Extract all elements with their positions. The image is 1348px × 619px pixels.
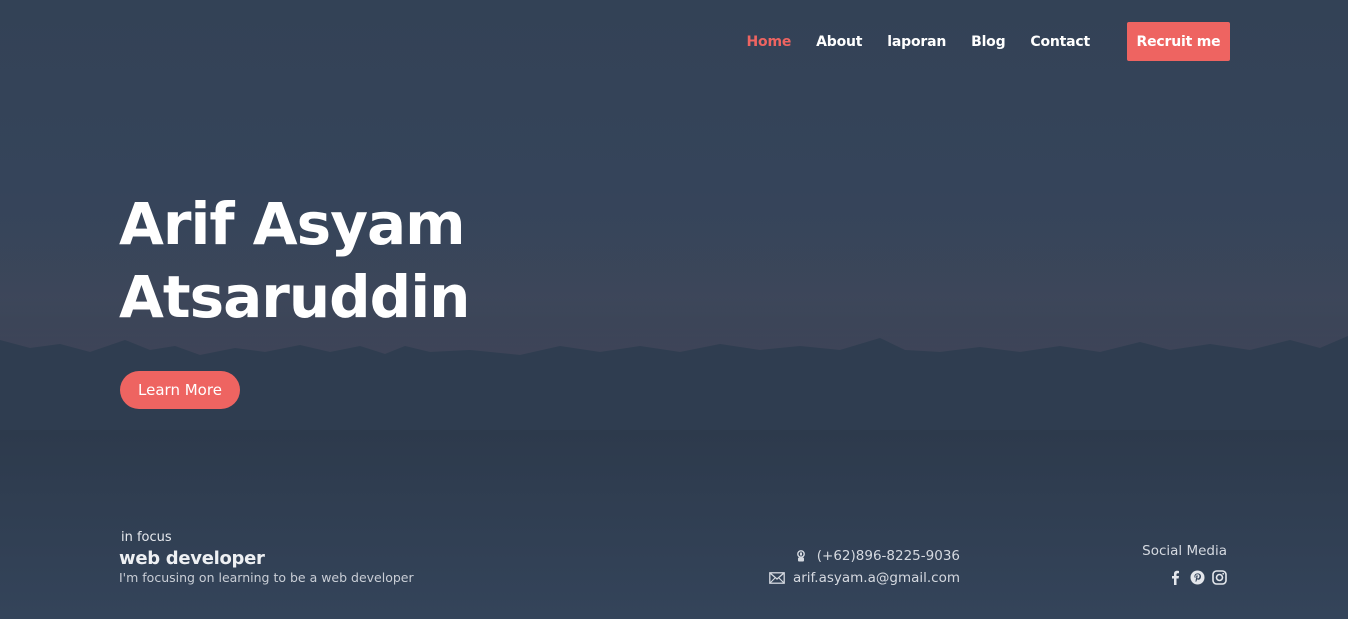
focus-block: in focus web developer I'm focusing on l…	[119, 530, 414, 585]
contact-email-row: arif.asyam.a@gmail.com	[769, 567, 960, 589]
nav-about[interactable]: About	[816, 34, 862, 50]
contact-block: (+62)896-8225-9036 arif.asyam.a@gmail.co…	[769, 545, 960, 589]
instagram-icon[interactable]	[1211, 569, 1227, 585]
phone-icon	[793, 548, 809, 564]
hero-title-line-1: Arif Asyam	[119, 190, 466, 258]
focus-description: I'm focusing on learning to be a web dev…	[119, 570, 414, 585]
contact-phone-row: (+62)896-8225-9036	[769, 545, 960, 567]
contact-email[interactable]: arif.asyam.a@gmail.com	[793, 570, 960, 586]
hero-title-line-2: Atsaruddin	[119, 263, 470, 331]
nav-home[interactable]: Home	[747, 34, 792, 50]
recruit-me-button[interactable]: Recruit me	[1127, 22, 1230, 61]
social-media-block: Social Media	[1142, 543, 1227, 585]
hero-title: Arif Asyam Atsaruddin	[119, 188, 539, 334]
envelope-icon	[769, 570, 785, 586]
contact-phone[interactable]: (+62)896-8225-9036	[817, 548, 960, 564]
nav-contact[interactable]: Contact	[1030, 34, 1090, 50]
focus-role: web developer	[119, 548, 265, 569]
nav-laporan[interactable]: laporan	[887, 34, 946, 50]
hero-section: Home About laporan Blog Contact Recruit …	[0, 0, 1348, 619]
learn-more-button[interactable]: Learn More	[120, 371, 240, 409]
social-icons	[1142, 569, 1227, 585]
pinterest-icon[interactable]	[1189, 569, 1205, 585]
nav-blog[interactable]: Blog	[971, 34, 1006, 50]
facebook-icon[interactable]	[1167, 569, 1183, 585]
social-media-title: Social Media	[1142, 543, 1227, 559]
top-navigation: Home About laporan Blog Contact Recruit …	[722, 22, 1230, 61]
focus-label: in focus	[121, 530, 172, 545]
